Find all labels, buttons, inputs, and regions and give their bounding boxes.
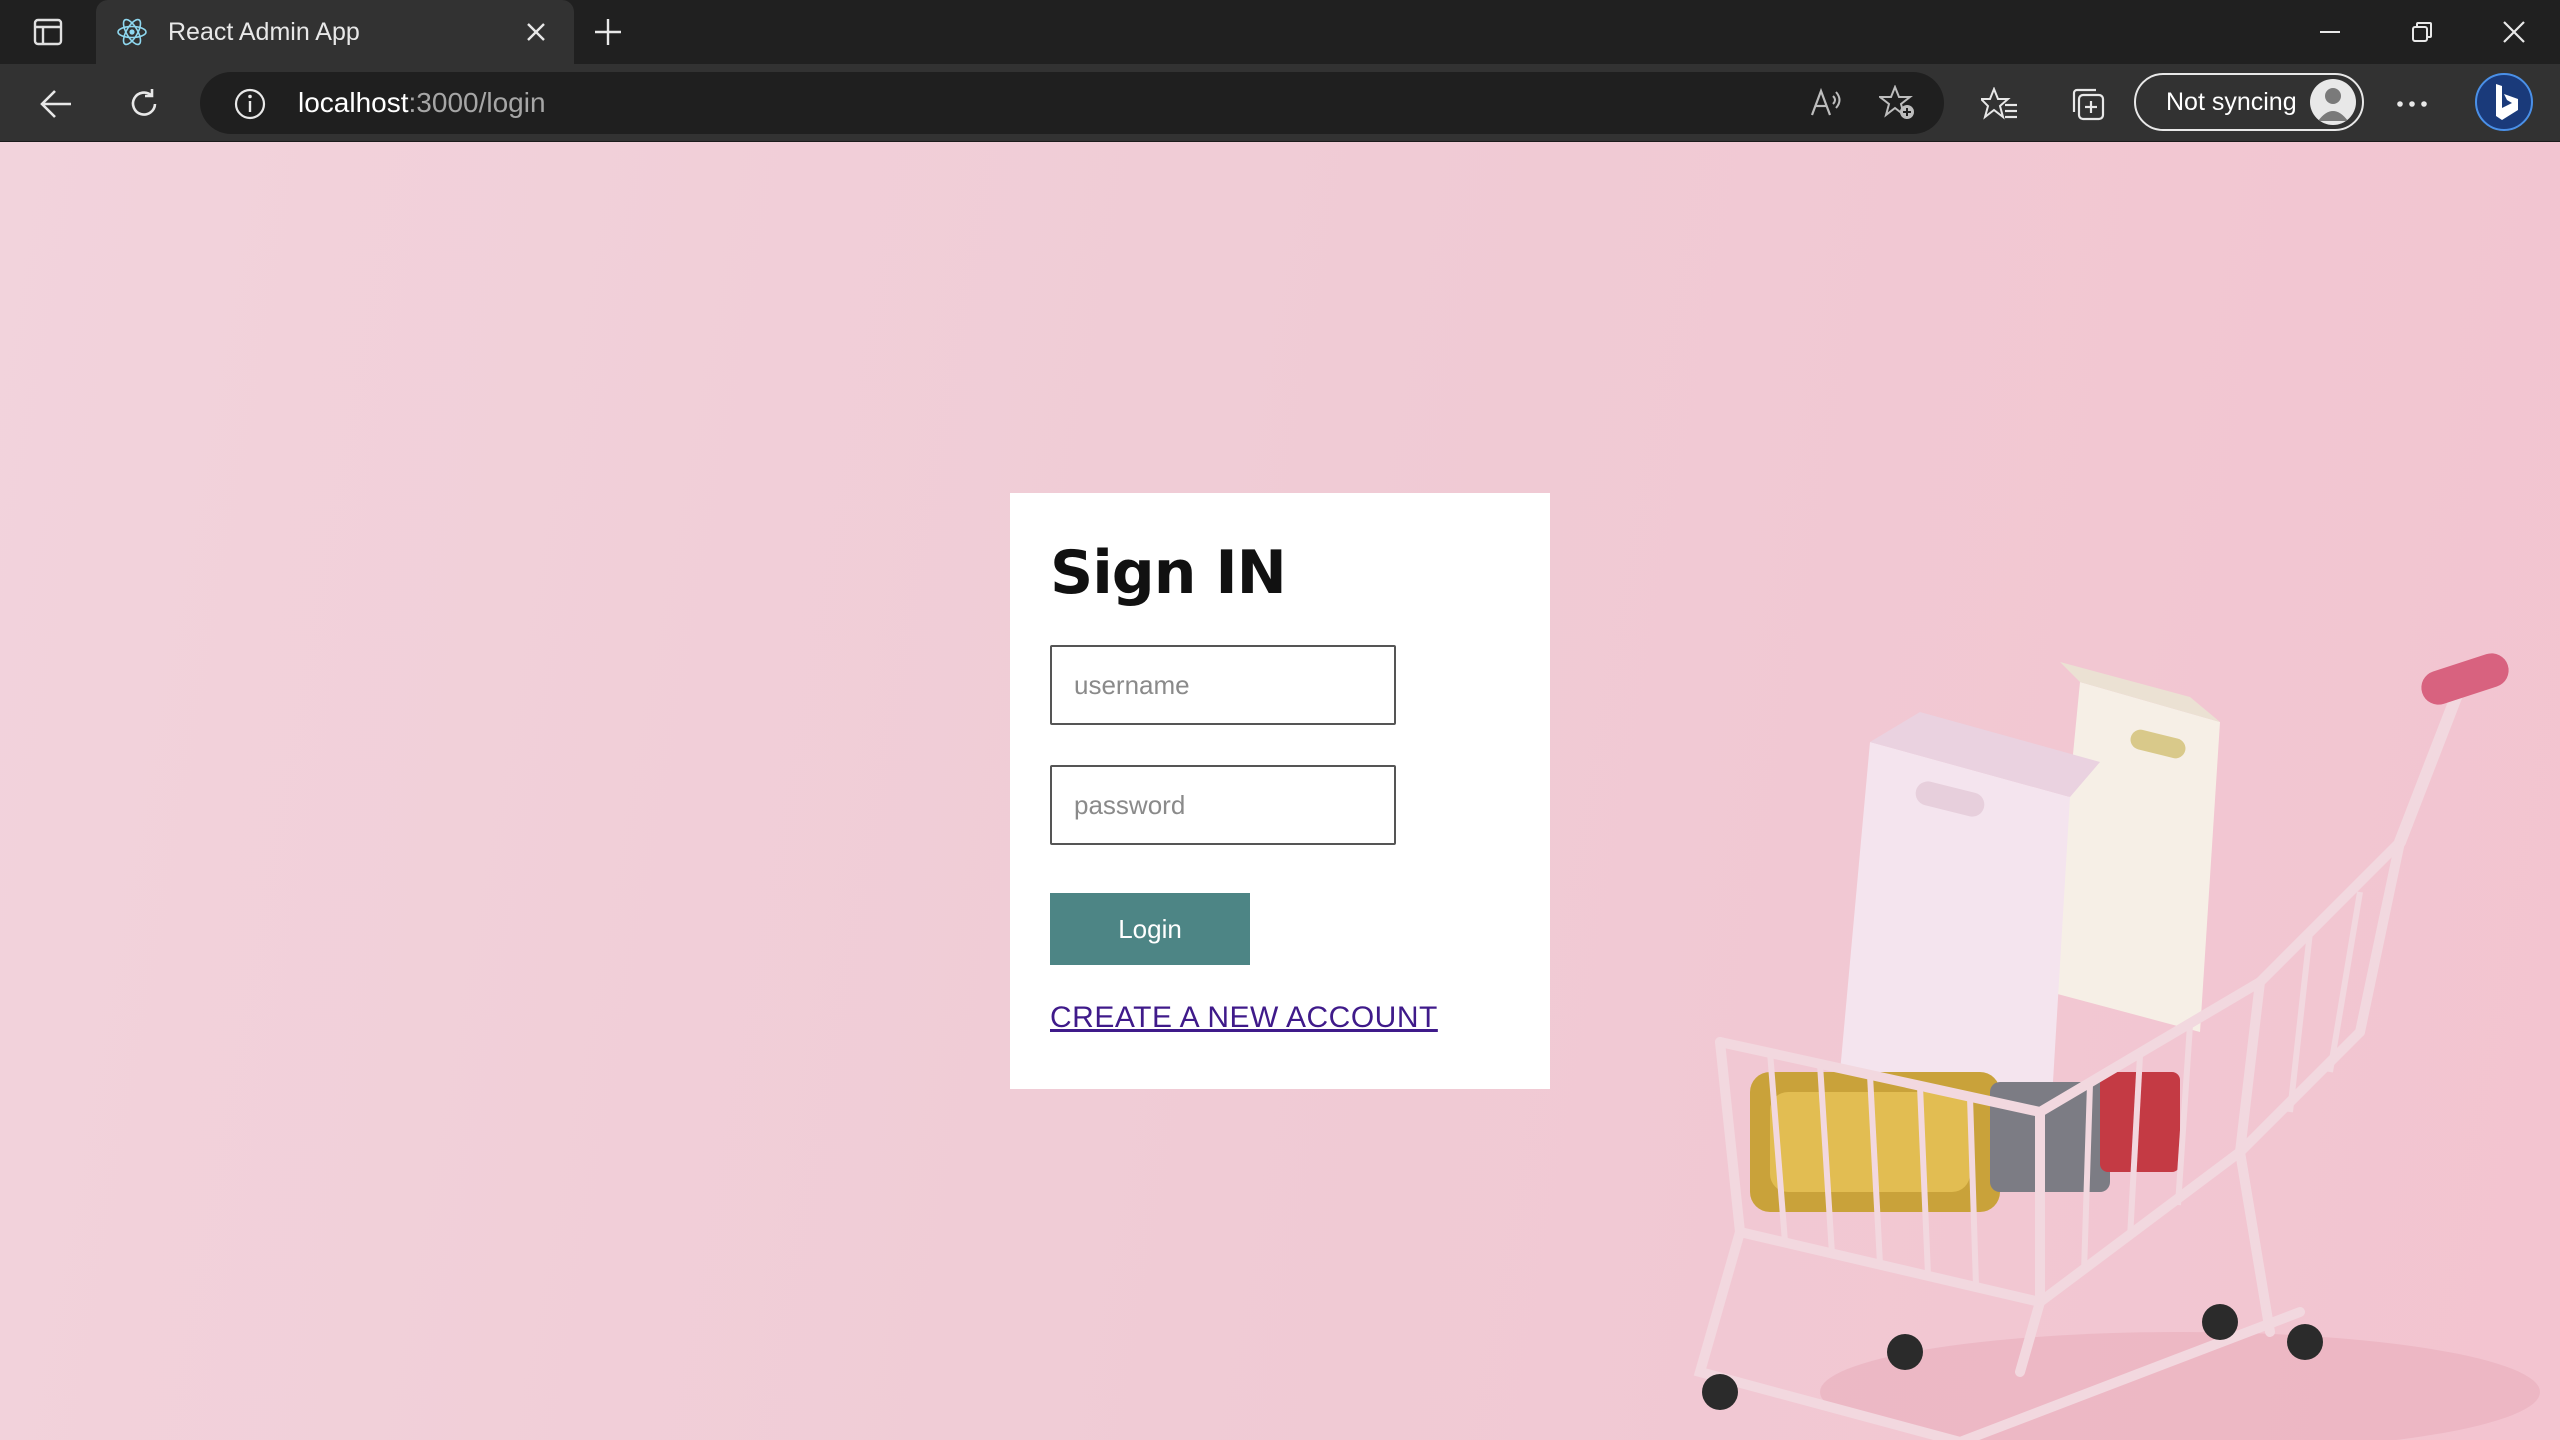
favorites-icon — [1981, 87, 2017, 120]
active-tab[interactable]: React Admin App — [96, 0, 574, 64]
close-window-button[interactable] — [2484, 10, 2544, 54]
minimize-button[interactable] — [2300, 10, 2360, 54]
avatar — [2310, 79, 2356, 125]
close-icon — [2503, 21, 2525, 43]
login-card: Sign IN Login CREATE A NEW ACCOUNT — [1010, 493, 1550, 1089]
plus-icon — [595, 19, 621, 45]
browser-toolbar: localhost:3000/login Not syncing — [0, 64, 2560, 142]
person-icon — [2318, 88, 2348, 121]
page-title: Sign IN — [1050, 538, 1287, 608]
restore-button[interactable] — [2392, 10, 2452, 54]
url-host: localhost — [298, 87, 409, 118]
add-favorite-icon — [1879, 85, 1914, 119]
sync-status-label: Not syncing — [2166, 87, 2297, 116]
site-info-button[interactable] — [230, 84, 270, 124]
back-button[interactable] — [32, 80, 80, 128]
profile-button[interactable]: Not syncing — [2134, 73, 2364, 131]
refresh-icon — [131, 89, 157, 116]
url-text[interactable]: localhost:3000/login — [298, 86, 546, 120]
password-input[interactable] — [1050, 765, 1396, 845]
copilot-button[interactable] — [2472, 70, 2536, 134]
shopping-cart-illustration — [1693, 653, 2540, 1440]
tab-title: React Admin App — [168, 17, 360, 46]
new-tab-button[interactable] — [586, 10, 630, 54]
create-account-link[interactable]: CREATE A NEW ACCOUNT — [1050, 1001, 1438, 1035]
more-button[interactable] — [2388, 80, 2436, 128]
refresh-button[interactable] — [120, 80, 168, 128]
back-arrow-icon — [40, 90, 71, 118]
more-icon — [2397, 101, 2427, 107]
react-logo-icon — [116, 16, 148, 48]
info-icon — [234, 88, 266, 120]
restore-icon — [2412, 22, 2432, 42]
collections-button[interactable] — [2064, 80, 2112, 128]
address-bar[interactable]: localhost:3000/login — [200, 72, 1944, 134]
url-path: :3000/login — [408, 87, 546, 118]
tab-actions-button[interactable] — [24, 14, 72, 50]
page-viewport: Sign IN Login CREATE A NEW ACCOUNT — [0, 142, 2560, 1440]
add-favorite-button[interactable] — [1876, 83, 1920, 123]
username-input[interactable] — [1050, 645, 1396, 725]
close-tab-button[interactable] — [514, 10, 558, 54]
tab-strip: React Admin App — [0, 0, 2560, 64]
bing-icon — [2475, 73, 2533, 131]
login-button[interactable]: Login — [1050, 893, 1250, 965]
favorites-button[interactable] — [1976, 80, 2024, 128]
read-aloud-icon — [1810, 88, 1841, 116]
collections-icon — [2072, 88, 2105, 121]
close-icon — [527, 23, 545, 41]
minimize-icon — [2320, 31, 2340, 33]
read-aloud-button[interactable] — [1804, 83, 1848, 123]
tab-actions-icon — [33, 18, 63, 46]
